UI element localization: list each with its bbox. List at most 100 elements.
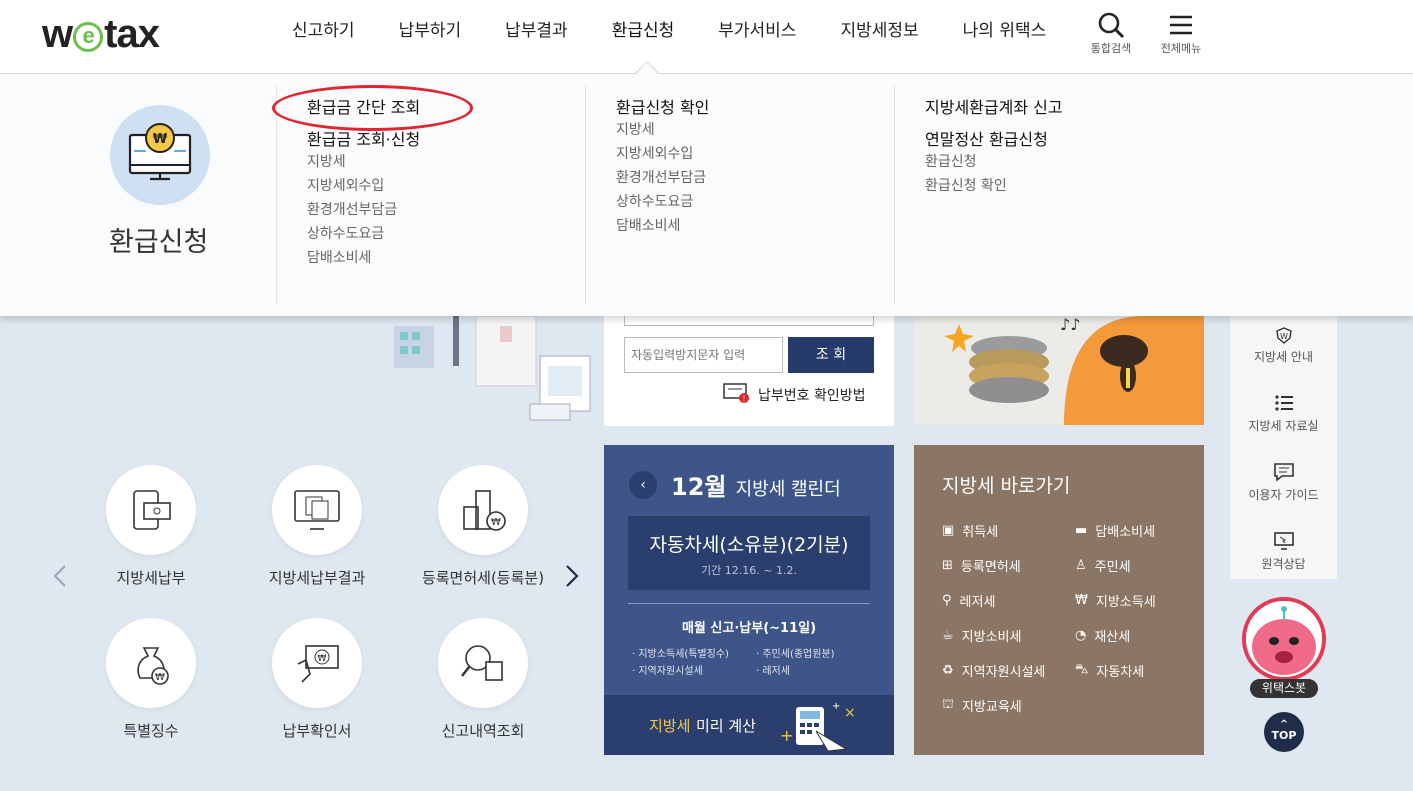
mega-col-refund-check: 환급신청 확인 지방세 지방세외수입 환경개선부담금 상하수도요금 담배소비세 (585, 86, 895, 304)
phone-card-icon (106, 465, 196, 555)
shortcut-item[interactable]: ◔ 재산세 (1075, 626, 1192, 645)
nav-my-wetax[interactable]: 나의 위택스 (941, 0, 1069, 74)
submenu-local-tax[interactable]: 지방세 (307, 150, 586, 174)
integrated-search-button[interactable]: 통합검색 (1081, 10, 1141, 56)
menu-refund-account-report[interactable]: 지방세환급계좌 신고 (925, 94, 1224, 118)
shortcut-item[interactable]: ♙ 주민세 (1075, 556, 1192, 575)
svg-text:W: W (1280, 332, 1288, 341)
annotation-highlight-circle (272, 85, 473, 131)
svg-text:₩: ₩ (491, 517, 501, 528)
nav-payment-result[interactable]: 납부결과 (483, 0, 590, 74)
speech-bubble-icon (1230, 454, 1337, 486)
mega-section-title: 환급신청 (109, 227, 209, 258)
shortcut-item[interactable]: ▣ 취득세 (942, 521, 1075, 540)
quick-next-arrow-icon[interactable] (564, 564, 580, 592)
active-menu-pointer (636, 62, 658, 74)
side-item-remote[interactable]: 원격상담 (1230, 523, 1337, 592)
list-icon (1230, 385, 1337, 417)
submenu-non-tax-revenue[interactable]: 지방세외수입 (307, 174, 586, 198)
submenu-water-fee[interactable]: 상하수도요금 (307, 222, 586, 246)
won-bag-icon: ₩ (1075, 592, 1088, 608)
shortcut-item[interactable]: ⛫ 지방교육세 (942, 696, 1075, 715)
menu-refund-check[interactable]: 환급신청 확인 (616, 94, 895, 118)
shortcut-item[interactable]: ♻ 지역자원시설세 (942, 661, 1075, 680)
scroll-top-button[interactable]: ^ TOP (1264, 712, 1304, 752)
all-menu-button[interactable]: 전체메뉴 (1151, 10, 1211, 56)
quick-payment-certificate[interactable]: ₩ 납부확인서 (252, 618, 382, 741)
quick-payment-result[interactable]: 지방세납부결과 (252, 465, 382, 588)
side-item-guide[interactable]: W 지방세 안내 (1230, 316, 1337, 385)
calendar-highlight-card[interactable]: 자동차세(소유분)(2기분) 기간 12.16. ~ 1.2. (628, 516, 870, 590)
person-icon: ♙ (1075, 557, 1087, 573)
side-item-library[interactable]: 지방세 자료실 (1230, 385, 1337, 454)
calculator-icon: + × + (776, 701, 866, 755)
cup-icon: ☕ (942, 627, 954, 643)
wetax-bot-label[interactable]: 위택스봇 (1250, 679, 1318, 698)
monitor-icon (1230, 523, 1337, 555)
svg-text:₩: ₩ (155, 672, 165, 683)
calendar-prev-icon[interactable]: ‹ (629, 471, 657, 499)
svg-text:×: × (844, 705, 856, 721)
nav-report[interactable]: 신고하기 (270, 0, 377, 74)
global-nav: 신고하기 납부하기 납부결과 환급신청 부가서비스 지방세정보 나의 위택스 (270, 0, 1068, 74)
won-shield-icon: W (1230, 316, 1337, 348)
tax-calendar: ‹ 12월 지방세 캘린더 자동차세(소유분)(2기분) 기간 12.16. ~… (604, 445, 894, 755)
quick-registration-tax[interactable]: ₩ 등록면허세(등록분) (418, 465, 548, 588)
mega-col-account: 지방세환급계좌 신고 연말정산 환급신청 환급신청 환급신청 확인 (894, 86, 1224, 304)
pie-icon: ◔ (1075, 627, 1087, 643)
cigarette-icon: ▬ (1075, 522, 1088, 538)
tax-calculator-link[interactable]: 지방세 미리 계산 + × + (604, 695, 894, 755)
search-icon (1081, 10, 1141, 40)
magnifier-docs-icon (438, 618, 528, 708)
svg-text:₩: ₩ (318, 654, 327, 664)
buildings-won-icon: ₩ (438, 465, 528, 555)
shortcut-item[interactable]: ⛍ 자동차세 (1075, 661, 1192, 680)
submenu-env-charge[interactable]: 환경개선부담금 (307, 198, 586, 222)
quick-prev-arrow-icon[interactable] (52, 564, 68, 592)
wetax-logo[interactable]: w e tax (42, 12, 160, 57)
shortcut-item[interactable]: ▬ 담배소비세 (1075, 521, 1192, 540)
refund-monitor-icon: ₩ (110, 105, 210, 205)
side-quick-menu: W 지방세 안내 지방세 자료실 이용자 가이드 원격상담 (1229, 316, 1338, 580)
graduation-cap-icon: ⛫ (942, 696, 954, 712)
svg-text:₩: ₩ (153, 132, 168, 147)
shortcut-item[interactable]: ⊞ 등록면허세 (942, 556, 1075, 575)
wetax-bot-avatar[interactable] (1242, 597, 1326, 681)
submenu-refund-apply[interactable]: 환급신청 (925, 150, 1224, 174)
submenu-refund-apply-check[interactable]: 환급신청 확인 (925, 174, 1224, 198)
nav-payment[interactable]: 납부하기 (377, 0, 484, 74)
submenu-tobacco-tax[interactable]: 담배소비세 (616, 214, 895, 238)
briefcase-icon: ▣ (942, 522, 955, 538)
shortcut-item[interactable]: ₩ 지방소득세 (1075, 591, 1192, 610)
shortcut-item[interactable]: ⚲ 레저세 (942, 591, 1075, 610)
plus-box-icon: ⊞ (942, 557, 953, 573)
quick-report-history[interactable]: 신고내역조회 (418, 618, 548, 741)
svg-text:+: + (832, 701, 840, 712)
nav-extra-services[interactable]: 부가서비스 (696, 0, 818, 74)
side-item-user-guide[interactable]: 이용자 가이드 (1230, 454, 1337, 523)
search-button[interactable]: 조 회 (788, 337, 874, 373)
search-panel: 조 회 ! 납부번호 확인방법 (604, 316, 894, 426)
submenu-tobacco-tax[interactable]: 담배소비세 (307, 246, 586, 270)
shortcut-title: 지방세 바로가기 (942, 475, 1071, 497)
shortcut-item[interactable]: ☕ 지방소비세 (942, 626, 1075, 645)
bicycle-icon: ⚲ (942, 592, 952, 608)
submenu-local-tax[interactable]: 지방세 (616, 118, 895, 142)
captcha-input[interactable] (624, 337, 783, 373)
receipt-icon: ! (722, 382, 750, 408)
submenu-non-tax-revenue[interactable]: 지방세외수입 (616, 142, 895, 166)
promo-banner[interactable]: ♪♪ (914, 316, 1204, 425)
quick-tax-payment[interactable]: 지방세납부 (86, 465, 216, 588)
submenu-env-charge[interactable]: 환경개선부담금 (616, 166, 895, 190)
car-icon: ⛍ (1075, 661, 1089, 677)
nav-local-tax-info[interactable]: 지방세정보 (818, 0, 940, 74)
money-bag-icon: ₩ (106, 618, 196, 708)
tax-shortcut-panel: 지방세 바로가기 ▣ 취득세 ▬ 담배소비세 ⊞ 등록면허세 ♙ 주민세 ⚲ 레저세 ₩ 지… (914, 445, 1204, 755)
payment-number-help[interactable]: ! 납부번호 확인방법 (722, 382, 866, 408)
submenu-water-fee[interactable]: 상하수도요금 (616, 190, 895, 214)
menu-year-end-refund[interactable]: 연말정산 환급신청 (925, 126, 1224, 150)
quick-special-withholding[interactable]: ₩ 특별징수 (86, 618, 216, 741)
refund-mega-menu: ₩ 환급신청 환급금 간단 조회 환급금 조회·신청 지방세 지방세외수입 환경… (0, 74, 1413, 316)
monitor-docs-icon (272, 465, 362, 555)
chevron-up-icon: ^ (1279, 719, 1289, 730)
